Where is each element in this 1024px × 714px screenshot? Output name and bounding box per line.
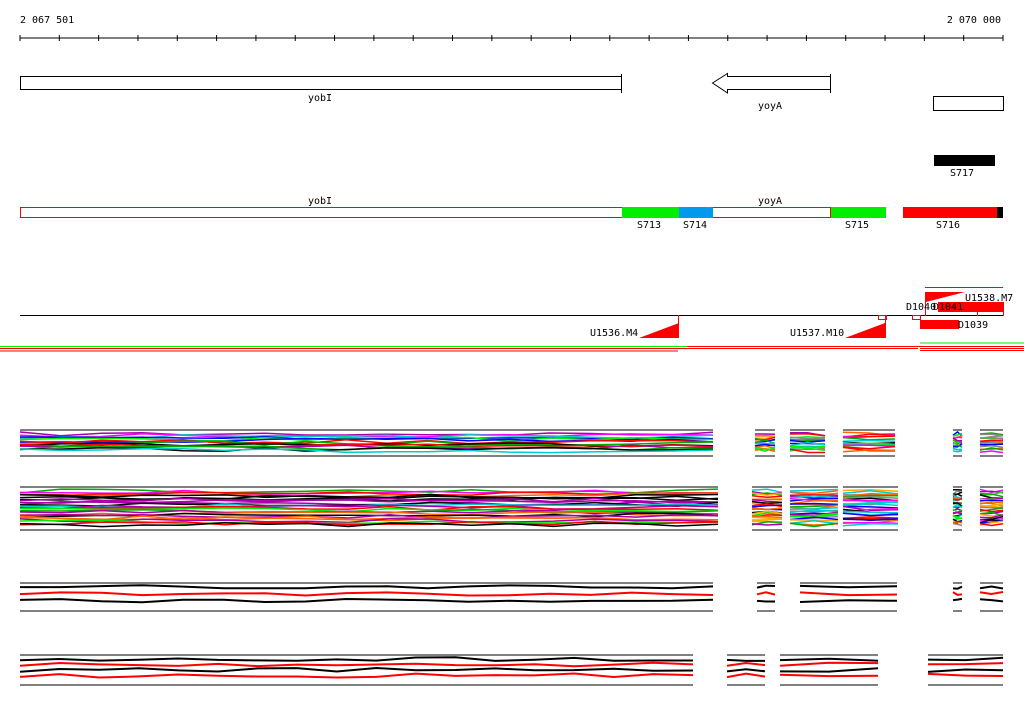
expression-profile (726, 661, 766, 667)
expression-profile (779, 673, 879, 678)
expression-profile (979, 450, 1004, 454)
segment-S715-label: S715 (845, 220, 869, 231)
feature-D1039-label: D1039 (958, 320, 988, 331)
expression-profile (952, 585, 963, 590)
segment-S717[interactable] (934, 155, 995, 166)
expression-profile (799, 599, 898, 603)
feature-U1536-signal[interactable] (639, 323, 679, 338)
expression-profile (726, 672, 766, 679)
expression-profile (927, 672, 1004, 677)
feature-U1538-label: U1538.M7 (965, 293, 1013, 304)
feature-track: U1536.M4 U1537.M10 U1538.M7 D1040 D1041 … (0, 287, 1024, 352)
expression-profile (979, 499, 1004, 502)
expression-profile (789, 433, 826, 437)
annotation-yoyA-label: yoyA (758, 196, 782, 207)
expression-profile (779, 657, 879, 662)
genome-browser: 2 067 501 2 070 000 yobI yoyA S717 yobI … (0, 15, 1024, 686)
expression-profile (19, 666, 694, 673)
segment-S714-label: S714 (683, 220, 707, 231)
gene-yoyA-label: yoyA (758, 101, 782, 112)
expression-profile (19, 656, 693, 662)
expression-tracks (19, 429, 1004, 686)
expression-profile (19, 591, 714, 597)
expression-profile (927, 656, 1004, 662)
expression-profile (756, 584, 776, 589)
feature-U1537-label: U1537.M10 (790, 328, 844, 339)
expression-profile (799, 591, 898, 597)
expression-profile (754, 442, 776, 445)
expression-profile (979, 591, 1004, 596)
annotation-yobI-label: yobI (308, 196, 332, 207)
ruler: 2 067 501 2 070 000 (19, 15, 1004, 41)
gene-yobI[interactable] (20, 76, 622, 90)
segment-S714[interactable] (679, 207, 713, 218)
expression-profile (751, 517, 783, 521)
feature-U1537-signal[interactable] (845, 323, 885, 338)
expression-profile (726, 658, 765, 662)
gene-partial[interactable] (933, 96, 1004, 111)
expression-profile (19, 597, 714, 604)
expression-profile (979, 443, 1004, 446)
expression-profile (789, 488, 839, 492)
expression-profile (952, 597, 963, 602)
ruler-end-label: 2 070 000 (947, 15, 1001, 26)
expression-profile (952, 450, 963, 453)
expression-profile (799, 584, 898, 589)
expression-profile (751, 522, 783, 526)
expression-profile (927, 662, 1004, 666)
feature-U1538-signal[interactable] (926, 292, 965, 302)
expression-profile (979, 585, 1004, 590)
feature-D1041-label: D1041 (933, 302, 963, 313)
expression-profile (953, 521, 963, 524)
expression-panel (19, 654, 1004, 686)
feature-D1040-label: D1040 (906, 302, 936, 313)
expression-profile (842, 436, 896, 441)
expression-panel (19, 582, 1004, 612)
gene-yoyA[interactable] (711, 72, 831, 94)
segment-S717-label: S717 (950, 168, 974, 179)
feature-U1536-label: U1536.M4 (590, 328, 638, 339)
expression-profile (979, 598, 1004, 603)
ruler-start-label: 2 067 501 (20, 15, 74, 26)
expression-profile (779, 661, 879, 667)
feature-D1039[interactable] (920, 320, 959, 329)
expression-profile (751, 507, 783, 511)
expression-profile (927, 668, 1004, 673)
expression-profile (842, 439, 896, 443)
expression-profile (19, 672, 694, 679)
segment-S716-label: S716 (936, 220, 960, 231)
segment-S716[interactable] (903, 207, 997, 218)
segment-S713-label: S713 (637, 220, 661, 231)
expression-profile (779, 667, 879, 673)
expression-profile (952, 512, 963, 515)
expression-panel (19, 486, 1004, 531)
expression-profile (952, 522, 963, 527)
gene-yobI-label: yobI (308, 93, 332, 104)
expression-profile (756, 599, 775, 603)
expression-profile (756, 591, 776, 596)
segment-track: S717 yobI yoyA S713 S714 S715 S716 (20, 155, 1003, 231)
expression-profile (726, 668, 766, 673)
segment-S713[interactable] (622, 207, 679, 218)
expression-profile (952, 591, 963, 596)
expression-profile (979, 444, 1004, 449)
expression-profile (20, 584, 714, 590)
segment-S715[interactable] (831, 207, 886, 218)
expression-profile (952, 505, 963, 509)
expression-profile (952, 447, 963, 451)
expression-profile (19, 661, 694, 668)
expression-profile (842, 523, 899, 527)
segment-end (997, 207, 1003, 218)
expression-profile (979, 522, 1004, 527)
expression-profile (751, 495, 783, 499)
expression-panel (19, 429, 1004, 457)
gene-track: yobI yoyA (20, 72, 1004, 112)
